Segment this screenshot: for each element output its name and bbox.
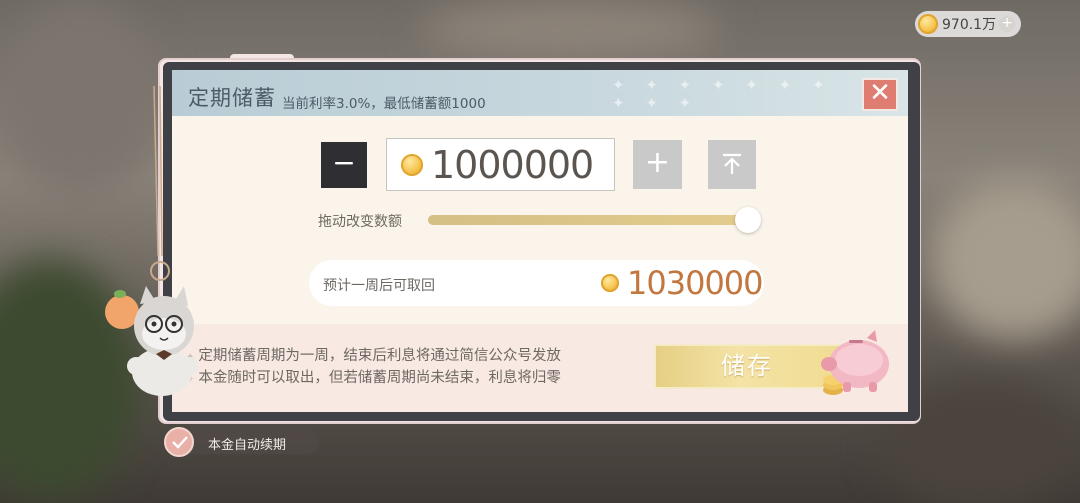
- notes: ✦定期储蓄周期为一周，结束后利息将通过简信公众号发放 ✦本金随时可以取出，但若储…: [186, 346, 561, 390]
- amount-slider[interactable]: [428, 207, 761, 233]
- slider-handle[interactable]: [735, 207, 761, 233]
- currency-amount: 970.1万: [942, 17, 997, 33]
- save-button[interactable]: 储存: [654, 344, 840, 389]
- currency-display: 970.1万 +: [915, 11, 1021, 37]
- background-shape: [930, 180, 1080, 340]
- slider-fill: [428, 215, 748, 225]
- cat-mascot-icon: [105, 286, 199, 396]
- close-icon: ✕: [869, 78, 891, 108]
- checkmark-icon: [172, 436, 188, 449]
- close-button[interactable]: ✕: [862, 78, 898, 111]
- note-line: ✦本金随时可以取出，但若储蓄周期尚未结束，利息将归零: [186, 368, 561, 390]
- dialog-title: 定期储蓄: [188, 86, 276, 110]
- minus-icon: −: [332, 146, 356, 179]
- decrease-amount-button[interactable]: −: [321, 142, 367, 188]
- auto-renew-checkbox[interactable]: [164, 427, 194, 457]
- header-sparkles: ✦ ✦ ✦ ✦ ✦ ✦ ✦ ✦ ✦ ✦: [612, 76, 833, 112]
- add-currency-button[interactable]: +: [999, 16, 1016, 32]
- dialog-header: ✦ ✦ ✦ ✦ ✦ ✦ ✦ ✦ ✦ ✦ 定期储蓄 当前利率3.0%，最低储蓄额1…: [172, 70, 908, 116]
- gold-coin-icon: [401, 153, 423, 176]
- gold-coin-icon: [918, 14, 938, 34]
- estimate-label: 预计一周后可取回: [323, 278, 435, 294]
- auto-renew-toggle[interactable]: 本金自动续期: [164, 427, 319, 457]
- auto-renew-label: 本金自动续期: [208, 438, 287, 453]
- note-line: ✦定期储蓄周期为一周，结束后利息将通过简信公众号发放: [186, 346, 561, 368]
- background-shape: [0, 0, 160, 200]
- max-amount-button[interactable]: [708, 140, 756, 189]
- plus-icon: +: [644, 145, 671, 180]
- max-top-icon: [723, 153, 741, 174]
- savings-dialog: ✦ ✦ ✦ ✦ ✦ ✦ ✦ ✦ ✦ ✦ 定期储蓄 当前利率3.0%，最低储蓄额1…: [172, 70, 908, 412]
- estimate-panel: 预计一周后可取回 1030000: [309, 260, 764, 306]
- piggy-bank-icon: [821, 330, 889, 395]
- dialog-subtitle: 当前利率3.0%，最低储蓄额1000: [282, 96, 486, 112]
- amount-input[interactable]: 1000000: [386, 138, 615, 191]
- increase-amount-button[interactable]: +: [633, 140, 682, 189]
- gold-coin-icon: [601, 274, 619, 292]
- hanging-rope: [150, 86, 170, 281]
- estimate-value: 1030000: [627, 264, 764, 302]
- slider-label: 拖动改变数额: [318, 214, 402, 230]
- amount-value: 1000000: [431, 142, 594, 187]
- background-shape: [420, 0, 720, 60]
